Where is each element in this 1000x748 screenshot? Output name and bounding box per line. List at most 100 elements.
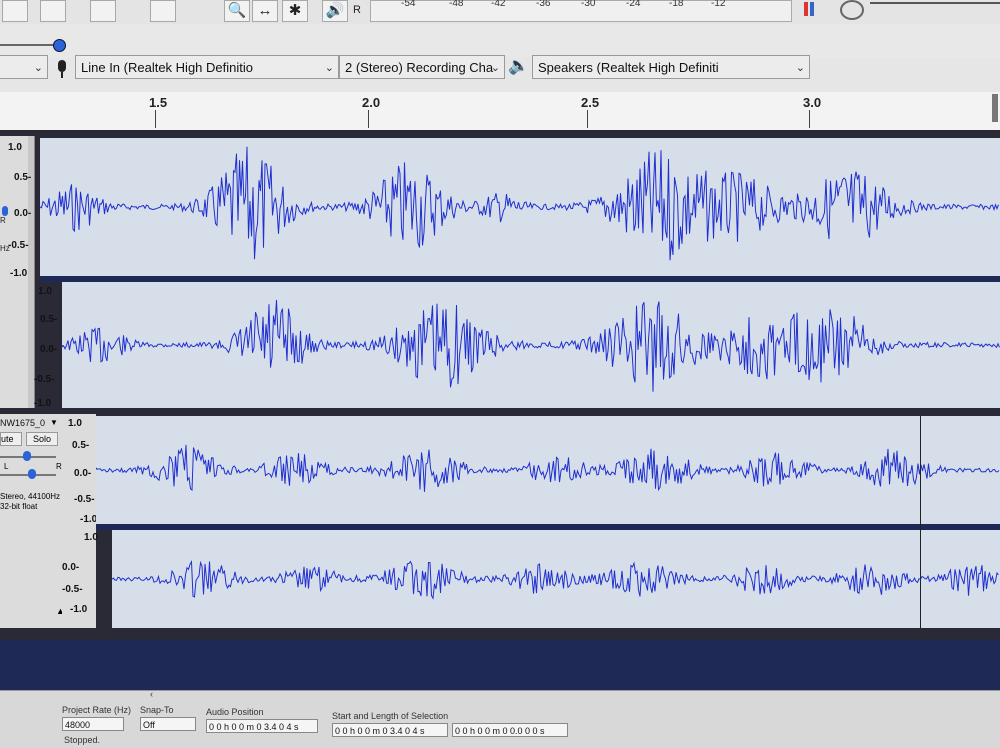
mixer-icon[interactable]: [800, 0, 830, 20]
recording-channels-value: 2 (Stereo) Recording Cha: [345, 60, 494, 75]
timeline-ruler[interactable]: 1.5 2.0 2.5 3.0: [0, 92, 1000, 132]
waveform-svg: [96, 444, 1000, 492]
gain-slider-track[interactable]: [0, 44, 58, 46]
scale-label: -0.5-: [8, 240, 29, 251]
toolbar-buttons-left: [0, 0, 200, 22]
waveform-channel-2b[interactable]: [112, 530, 1000, 628]
waveform-svg: [112, 559, 999, 600]
ruler-label: 3.0: [803, 95, 822, 110]
vertical-scale-1b: 1.0 0.5- 0.0- -0.5- -1.0: [0, 280, 58, 420]
toolbar-button-2[interactable]: [40, 0, 66, 22]
selection-toolbar: ‹ Project Rate (Hz) 48000 Snap-To Off Au…: [0, 689, 1000, 748]
chevron-down-icon: ⌄: [795, 62, 805, 74]
scroll-left-icon[interactable]: ‹: [150, 689, 153, 699]
gain-slider-thumb[interactable]: [53, 39, 66, 52]
scale-label: 1.0: [38, 286, 52, 297]
scale-label: -0.5-: [74, 494, 95, 505]
audio-position-label: Audio Position: [206, 707, 264, 717]
waveform-channel-2a[interactable]: [96, 416, 1000, 524]
selection-length-field[interactable]: 0 0 h 0 0 m 0 0.0 0 0 s: [452, 723, 568, 737]
scale-label: 0.0-: [62, 562, 80, 573]
snap-to-select[interactable]: Off: [140, 717, 196, 731]
scale-label: 1.0: [84, 532, 98, 543]
waveform-svg: [62, 299, 1000, 392]
track-control-panel-2[interactable]: NW1675_0 ▼ ute Solo L R Stereo, 44100Hz …: [0, 414, 65, 628]
volume-slider-track[interactable]: [870, 2, 1000, 4]
speaker-icon: 🔈: [508, 56, 530, 75]
meter-tick: -30: [581, 0, 596, 9]
double-arrow-icon: ↔: [257, 2, 273, 19]
ruler-end-marker[interactable]: [992, 94, 998, 122]
playback-meter-button[interactable]: 🔊: [322, 0, 348, 22]
scale-label: 1.0: [8, 142, 22, 153]
scale-label: -1.0: [34, 398, 52, 409]
meter-tick: -54: [401, 0, 416, 9]
waveform-channel-1a[interactable]: [40, 138, 1000, 276]
scale-label: 0.5-: [72, 440, 90, 451]
recording-device-select[interactable]: Line In (Realtek High Definitio ⌄: [75, 55, 339, 79]
waveform-channel-1b[interactable]: [62, 282, 1000, 408]
scale-label: -1.0: [80, 514, 98, 525]
pan-right-label: R: [56, 462, 62, 471]
snap-to-value: Off: [143, 720, 155, 730]
tracks-area[interactable]: R Hz 1.0 0.5- 0.0- -0.5- -1.0 1.0 0.5- 0…: [0, 130, 1000, 640]
recording-channels-select[interactable]: 2 (Stereo) Recording Cha ⌄: [339, 55, 505, 79]
project-rate-label: Project Rate (Hz): [62, 705, 132, 715]
track-name-menu[interactable]: NW1675_0: [0, 418, 45, 428]
scale-label: -0.5-: [34, 374, 55, 385]
playhead-cursor: [920, 416, 921, 628]
vertical-scale-2: 1.0 0.5- 0.0- -0.5- -1.0 1.0 0.0- -0.5- …: [62, 414, 98, 628]
asterisk-icon: ✱: [288, 2, 302, 19]
scale-label: 0.0-: [74, 468, 92, 479]
playback-device-value: Speakers (Realtek High Definiti: [538, 60, 719, 75]
playback-device-select[interactable]: Speakers (Realtek High Definiti ⌄: [532, 55, 810, 79]
mixer-toolbar-row: [0, 24, 1000, 58]
scale-label: -1.0: [10, 268, 28, 279]
timeshift-tool-button[interactable]: ↔: [252, 0, 278, 22]
meter-tick: -48: [449, 0, 464, 9]
ruler-label: 2.0: [362, 95, 381, 110]
ruler-label: 1.5: [149, 95, 168, 110]
scale-label: 0.5-: [40, 314, 58, 325]
selection-length-value: 0 0 h 0 0 m 0 0.0 0 0 s: [455, 726, 545, 736]
toolbar-button-1[interactable]: [2, 0, 28, 22]
meter-tick: -24: [626, 0, 641, 9]
solo-button[interactable]: Solo: [26, 432, 58, 446]
recording-volume-icon[interactable]: [840, 0, 864, 20]
toolbar-button-3[interactable]: [90, 0, 116, 22]
meter-r-label: R: [353, 4, 361, 16]
speaker-icon: 🔊: [325, 2, 345, 19]
gain-slider-thumb[interactable]: [23, 451, 31, 461]
mute-button[interactable]: ute: [0, 432, 22, 446]
ruler-label: 2.5: [581, 95, 600, 110]
toolbar-button-4[interactable]: [150, 0, 176, 22]
scale-label: 0.0-: [14, 208, 32, 219]
recording-device-value: Line In (Realtek High Definitio: [81, 60, 253, 75]
track-format-info: 32-bit float: [0, 502, 38, 511]
chevron-down-icon[interactable]: ▼: [50, 418, 58, 427]
host-select[interactable]: ⌄: [0, 55, 48, 79]
scale-label: -0.5-: [62, 584, 83, 595]
pan-slider-thumb[interactable]: [28, 469, 36, 479]
snap-to-label: Snap-To: [140, 705, 174, 715]
chevron-down-icon: ⌄: [490, 62, 500, 74]
meter-tick: -36: [536, 0, 551, 9]
scale-label: 1.0: [68, 418, 82, 429]
solo-label: Solo: [32, 434, 51, 444]
magnifier-icon: 🔍: [227, 2, 247, 19]
status-text: Stopped.: [64, 735, 101, 745]
meter-tick: -18: [669, 0, 684, 9]
multi-tool-button[interactable]: ✱: [282, 0, 308, 22]
scale-label: 0.5-: [14, 172, 32, 183]
zoom-tool-button[interactable]: 🔍: [224, 0, 250, 22]
scale-label: -1.0: [70, 604, 88, 615]
selection-start-value: 0 0 h 0 0 m 0 3.4 0 4 s: [335, 726, 425, 736]
playback-meter[interactable]: -54 -48 -42 -36 -30 -24 -18 -12: [370, 0, 792, 22]
audio-position-field[interactable]: 0 0 h 0 0 m 0 3.4 0 4 s: [206, 719, 318, 733]
selection-start-field[interactable]: 0 0 h 0 0 m 0 3.4 0 4 s: [332, 723, 448, 737]
pan-left-label: L: [4, 462, 9, 471]
meter-tick: -12: [711, 0, 726, 9]
track-format-info: Stereo, 44100Hz: [0, 492, 61, 501]
chevron-down-icon: ⌄: [33, 62, 43, 74]
project-rate-select[interactable]: 48000: [62, 717, 124, 731]
